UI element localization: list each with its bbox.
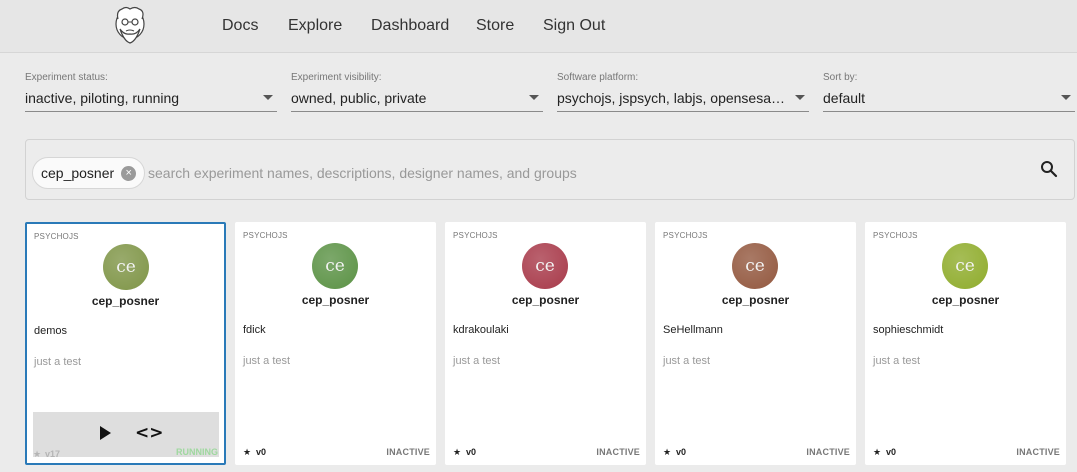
card-platform: PSYCHOJS (243, 231, 288, 240)
status-badge: INACTIVE (806, 447, 850, 457)
sort-by-value: default (823, 90, 866, 106)
star-icon[interactable]: ★ (663, 447, 671, 458)
dropdown-arrow-icon (529, 95, 539, 100)
card-version: v0 (256, 447, 267, 457)
nav-sign-out[interactable]: Sign Out (543, 17, 605, 35)
card-experiment-name: sophieschmidt (873, 324, 944, 336)
avatar: ce (103, 244, 149, 290)
card-owner: cep_posner (931, 293, 1000, 307)
card-version: v0 (466, 447, 477, 457)
card-owner: cep_posner (721, 293, 790, 307)
card-description: just a test (663, 355, 711, 367)
card-experiment-name: fdick (243, 324, 266, 336)
nav-dashboard[interactable]: Dashboard (371, 17, 449, 35)
star-icon[interactable]: ★ (243, 447, 251, 458)
card-owner: cep_posner (301, 293, 370, 307)
status-badge: RUNNING (176, 447, 218, 457)
star-icon[interactable]: ★ (873, 447, 881, 458)
card-description: just a test (34, 356, 82, 368)
sort-by-select[interactable]: Sort by: default (823, 72, 1075, 112)
card-owner: cep_posner (511, 293, 580, 307)
search-icon[interactable] (1040, 160, 1058, 178)
play-icon[interactable] (100, 426, 111, 440)
avatar: ce (732, 243, 778, 289)
card-experiment-name: demos (34, 325, 68, 337)
code-icon[interactable]: <> (135, 423, 164, 443)
experiment-visibility-label: Experiment visibility: (291, 72, 382, 83)
nav-store[interactable]: Store (476, 17, 514, 35)
card-description: just a test (243, 355, 291, 367)
experiment-visibility-select[interactable]: Experiment visibility: owned, public, pr… (291, 72, 543, 112)
status-badge: INACTIVE (386, 447, 430, 457)
status-badge: INACTIVE (596, 447, 640, 457)
search-input[interactable] (148, 160, 1008, 186)
experiment-status-value: inactive, piloting, running (25, 90, 180, 106)
status-badge: INACTIVE (1016, 447, 1060, 457)
experiment-status-select[interactable]: Experiment status: inactive, piloting, r… (25, 72, 277, 112)
sort-by-label: Sort by: (823, 72, 858, 83)
software-platform-value: psychojs, jspsych, labjs, opensesame, ..… (557, 90, 789, 106)
avatar: ce (522, 243, 568, 289)
card-owner: cep_posner (91, 294, 160, 308)
avatar: ce (312, 243, 358, 289)
experiment-card[interactable]: PSYCHOJS ce cep_posner SeHellmann just a… (655, 222, 856, 465)
software-platform-label: Software platform: (557, 72, 639, 83)
card-version: v0 (886, 447, 897, 457)
search-chip-label: cep_posner (41, 165, 115, 181)
select-underline (823, 111, 1075, 112)
card-experiment-name: kdrakoulaki (453, 324, 509, 336)
card-description: just a test (453, 355, 501, 367)
card-platform: PSYCHOJS (873, 231, 918, 240)
select-underline (25, 111, 277, 112)
chip-remove-icon[interactable]: × (121, 166, 137, 181)
search-chip[interactable]: cep_posner × (32, 157, 146, 189)
card-description: just a test (873, 355, 921, 367)
search-box: cep_posner × (25, 139, 1075, 200)
experiment-card[interactable]: PSYCHOJS ce cep_posner fdick just a test… (235, 222, 436, 465)
experiment-card[interactable]: PSYCHOJS ce cep_posner sophieschmidt jus… (865, 222, 1066, 465)
select-underline (291, 111, 543, 112)
card-version: v0 (676, 447, 687, 457)
star-icon[interactable]: ★ (33, 449, 41, 460)
select-underline (557, 111, 809, 112)
card-version: v17 (45, 449, 61, 459)
avatar: ce (942, 243, 988, 289)
pavlovia-logo-icon[interactable] (112, 5, 148, 47)
experiment-card[interactable]: PSYCHOJS ce cep_posner demos just a test… (25, 222, 226, 465)
experiment-status-label: Experiment status: (25, 72, 108, 83)
card-experiment-name: SeHellmann (663, 324, 723, 336)
nav-explore[interactable]: Explore (288, 17, 342, 35)
card-platform: PSYCHOJS (663, 231, 708, 240)
nav-docs[interactable]: Docs (222, 17, 258, 35)
card-platform: PSYCHOJS (453, 231, 498, 240)
dropdown-arrow-icon (795, 95, 805, 100)
experiment-card[interactable]: PSYCHOJS ce cep_posner kdrakoulaki just … (445, 222, 646, 465)
card-platform: PSYCHOJS (34, 232, 79, 241)
dropdown-arrow-icon (1061, 95, 1071, 100)
experiment-visibility-value: owned, public, private (291, 90, 427, 106)
star-icon[interactable]: ★ (453, 447, 461, 458)
software-platform-select[interactable]: Software platform: psychojs, jspsych, la… (557, 72, 809, 112)
top-navbar: Docs Explore Dashboard Store Sign Out (0, 0, 1077, 53)
dropdown-arrow-icon (263, 95, 273, 100)
